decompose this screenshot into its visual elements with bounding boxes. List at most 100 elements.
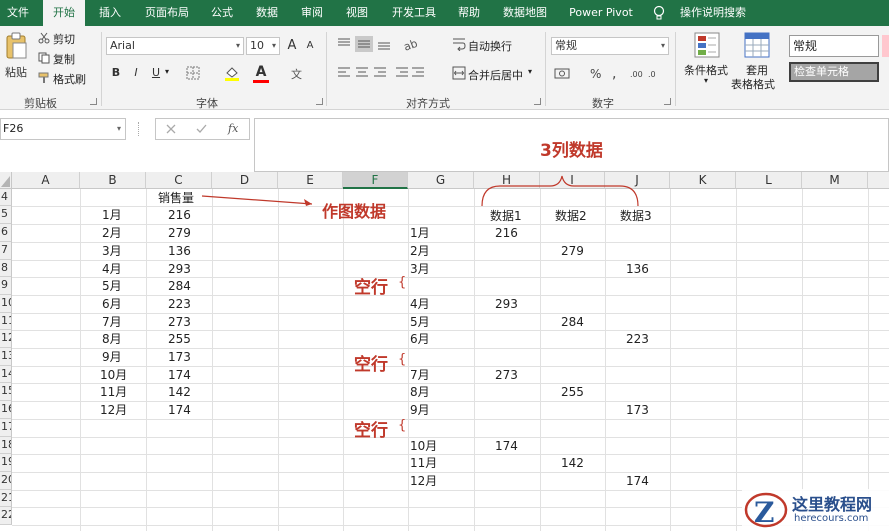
grow-font-button[interactable]: A — [286, 38, 298, 53]
cell-b7[interactable]: 3月 — [102, 243, 122, 259]
paste-button[interactable]: 粘贴 — [3, 64, 29, 80]
col-header-e[interactable]: E — [278, 172, 343, 189]
row-header-19[interactable]: 19 — [0, 454, 12, 472]
row-header-7[interactable]: 7 — [0, 242, 12, 260]
select-all-corner[interactable] — [0, 172, 12, 189]
cell-c8[interactable]: 293 — [168, 261, 191, 277]
col-header-m[interactable]: M — [802, 172, 868, 189]
style-normal[interactable]: 常规 — [789, 35, 879, 57]
cell-c7[interactable]: 136 — [168, 243, 191, 259]
tab-review[interactable]: 审阅 — [294, 0, 330, 26]
format-painter-button[interactable]: 格式刷 — [53, 71, 86, 87]
cell-g18[interactable]: 10月 — [410, 438, 437, 454]
cell-h6[interactable]: 216 — [495, 225, 518, 241]
tab-developer[interactable]: 开发工具 — [385, 0, 443, 26]
cell-g16[interactable]: 9月 — [410, 402, 430, 418]
row-header-6[interactable]: 6 — [0, 224, 12, 242]
cell-b6[interactable]: 2月 — [102, 225, 122, 241]
underline-dropdown[interactable]: ▾ — [165, 67, 169, 76]
row-header-4[interactable]: 4 — [0, 189, 12, 206]
tab-power-pivot[interactable]: Power Pivot — [564, 0, 638, 26]
col-header-k[interactable]: K — [670, 172, 736, 189]
cell-c13[interactable]: 173 — [168, 349, 191, 365]
clipboard-launcher[interactable] — [90, 98, 97, 105]
cell-g19[interactable]: 11月 — [410, 455, 437, 471]
orientation-icon[interactable]: ab — [404, 36, 428, 52]
cell-c6[interactable]: 279 — [168, 225, 191, 241]
row-header-20[interactable]: 20 — [0, 472, 12, 490]
cell-b13[interactable]: 9月 — [102, 349, 122, 365]
cell-c15[interactable]: 142 — [168, 384, 191, 400]
tell-me-search[interactable]: 操作说明搜索 — [674, 0, 752, 26]
horizontal-align-icons[interactable] — [336, 66, 426, 80]
cell-b10[interactable]: 6月 — [102, 296, 122, 312]
col-header-g[interactable]: G — [408, 172, 474, 189]
tab-home[interactable]: 开始 — [43, 0, 85, 26]
name-box[interactable]: F26 ▾ — [0, 118, 126, 140]
cell-i15[interactable]: 255 — [561, 384, 584, 400]
col-header-a[interactable]: A — [12, 172, 80, 189]
col-header-c[interactable]: C — [146, 172, 212, 189]
phonetic-icon[interactable]: 文 — [290, 66, 306, 80]
col-header-f[interactable]: F — [343, 172, 408, 189]
cell-b16[interactable]: 12月 — [100, 402, 127, 418]
cell-g11[interactable]: 5月 — [410, 314, 430, 330]
col-header-l[interactable]: L — [736, 172, 802, 189]
row-header-5[interactable]: 5 — [0, 206, 12, 224]
cell-b8[interactable]: 4月 — [102, 261, 122, 277]
wrap-text-button[interactable]: 自动换行 — [468, 38, 512, 54]
cell-g20[interactable]: 12月 — [410, 473, 437, 489]
cell-g7[interactable]: 2月 — [410, 243, 430, 259]
cell-j8[interactable]: 136 — [626, 261, 649, 277]
cell-c5[interactable]: 216 — [168, 207, 191, 223]
tab-file[interactable]: 文件 — [0, 0, 36, 26]
cell-c4[interactable]: 销售量 — [158, 190, 194, 206]
vertical-align-icons[interactable] — [336, 36, 396, 52]
cancel-icon[interactable] — [166, 124, 176, 134]
number-format-icons[interactable]: % , .00 .0 — [554, 66, 664, 82]
cell-b9[interactable]: 5月 — [102, 278, 122, 294]
cell-j12[interactable]: 223 — [626, 331, 649, 347]
cell-b12[interactable]: 8月 — [102, 331, 122, 347]
cell-h14[interactable]: 273 — [495, 367, 518, 383]
style-check-cell[interactable]: 检查单元格 — [789, 62, 879, 82]
tab-data-map[interactable]: 数据地图 — [497, 0, 553, 26]
col-header-b[interactable]: B — [80, 172, 146, 189]
italic-button[interactable]: I — [130, 66, 142, 79]
row-header-8[interactable]: 8 — [0, 260, 12, 277]
row-header-22[interactable]: 22 — [0, 507, 12, 525]
cell-h10[interactable]: 293 — [495, 296, 518, 312]
format-as-table-button[interactable]: 表格格式 — [731, 76, 775, 92]
col-header-d[interactable]: D — [212, 172, 278, 189]
cell-c9[interactable]: 284 — [168, 278, 191, 294]
tab-help[interactable]: 帮助 — [451, 0, 487, 26]
row-header-21[interactable]: 21 — [0, 490, 12, 507]
cell-c12[interactable]: 255 — [168, 331, 191, 347]
cell-c16[interactable]: 174 — [168, 402, 191, 418]
tab-page-layout[interactable]: 页面布局 — [138, 0, 196, 26]
font-name-select[interactable]: Arial ▾ — [106, 37, 244, 55]
insert-function-button[interactable]: fx — [228, 122, 238, 135]
row-header-16[interactable]: 16 — [0, 401, 12, 419]
cell-i19[interactable]: 142 — [561, 455, 584, 471]
cell-i5[interactable]: 数据2 — [555, 208, 587, 224]
cell-i11[interactable]: 284 — [561, 314, 584, 330]
row-header-18[interactable]: 18 — [0, 437, 12, 454]
bold-button[interactable]: B — [110, 66, 122, 79]
cell-c10[interactable]: 223 — [168, 296, 191, 312]
enter-check-icon[interactable] — [196, 124, 207, 134]
cell-j20[interactable]: 174 — [626, 473, 649, 489]
cell-j16[interactable]: 173 — [626, 402, 649, 418]
tab-insert[interactable]: 插入 — [92, 0, 128, 26]
row-header-11[interactable]: 11 — [0, 313, 12, 330]
merge-dropdown[interactable]: ▾ — [528, 67, 532, 76]
style-bad-partial[interactable] — [882, 35, 889, 57]
shrink-font-button[interactable]: A — [304, 40, 316, 51]
tab-formulas[interactable]: 公式 — [204, 0, 240, 26]
cell-b11[interactable]: 7月 — [102, 314, 122, 330]
formula-splitter[interactable] — [138, 122, 141, 136]
merge-center-button[interactable]: 合并后居中 — [468, 67, 523, 83]
underline-button[interactable]: U — [150, 66, 162, 79]
cell-g8[interactable]: 3月 — [410, 261, 430, 277]
number-format-select[interactable]: 常规 ▾ — [551, 37, 669, 55]
